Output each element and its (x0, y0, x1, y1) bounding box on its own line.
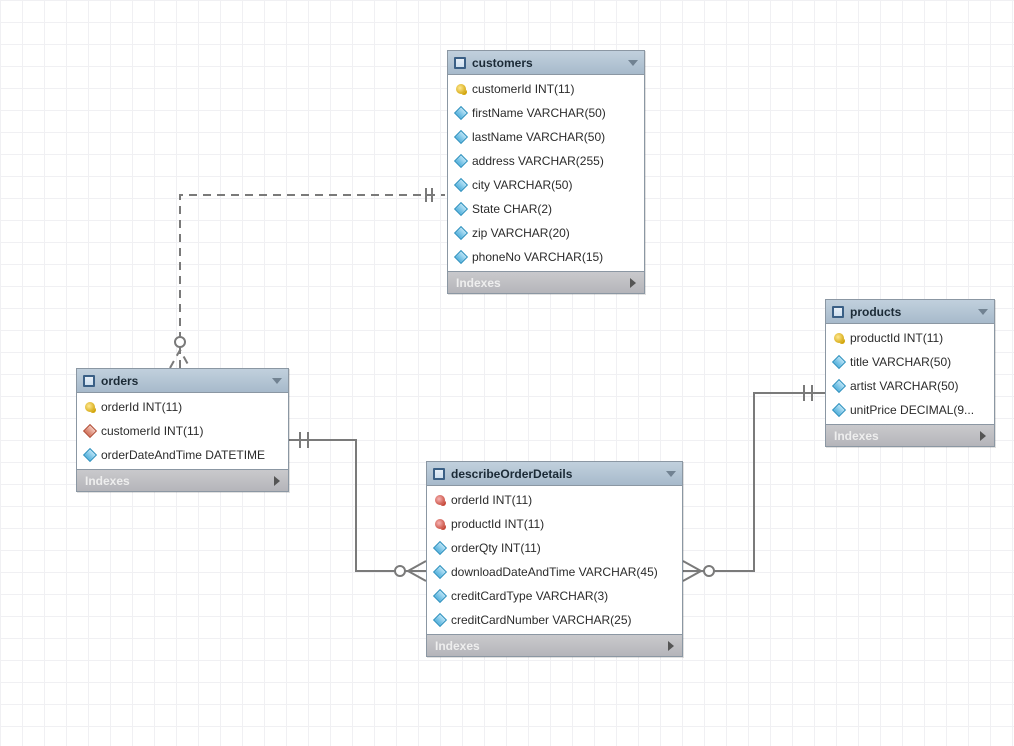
chevron-down-icon (666, 471, 676, 477)
table-header[interactable]: describeOrderDetails (427, 462, 682, 486)
indexes-toggle[interactable]: Indexes (826, 424, 994, 446)
table-customers[interactable]: customers customerId INT(11) firstName V… (447, 50, 645, 294)
table-describe-order-details[interactable]: describeOrderDetails orderId INT(11) pro… (426, 461, 683, 657)
column-def: orderId INT(11) (101, 400, 182, 414)
column-def: orderId INT(11) (451, 493, 532, 507)
column-def: phoneNo VARCHAR(15) (472, 250, 603, 264)
table-title: describeOrderDetails (451, 467, 572, 481)
column-row[interactable]: orderDateAndTime DATETIME (77, 443, 288, 467)
table-title: products (850, 305, 901, 319)
table-header[interactable]: orders (77, 369, 288, 393)
column-icon (433, 541, 447, 555)
indexes-toggle[interactable]: Indexes (448, 271, 644, 293)
column-row[interactable]: artist VARCHAR(50) (826, 374, 994, 398)
column-icon (454, 178, 468, 192)
column-row[interactable]: lastName VARCHAR(50) (448, 125, 644, 149)
column-def: productId INT(11) (850, 331, 943, 345)
table-orders[interactable]: orders orderId INT(11) customerId INT(11… (76, 368, 289, 492)
foreign-key-icon (83, 424, 97, 438)
column-row[interactable]: productId INT(11) (427, 512, 682, 536)
column-def: city VARCHAR(50) (472, 178, 572, 192)
table-icon (433, 468, 445, 480)
column-icon (433, 589, 447, 603)
column-def: lastName VARCHAR(50) (472, 130, 605, 144)
column-row[interactable]: customerId INT(11) (77, 419, 288, 443)
column-icon (454, 154, 468, 168)
column-def: productId INT(11) (451, 517, 544, 531)
column-list: orderId INT(11) customerId INT(11) order… (77, 393, 288, 469)
indexes-label: Indexes (435, 639, 480, 653)
column-def: title VARCHAR(50) (850, 355, 951, 369)
column-icon (832, 403, 846, 417)
column-def: downloadDateAndTime VARCHAR(45) (451, 565, 658, 579)
column-row[interactable]: zip VARCHAR(20) (448, 221, 644, 245)
column-icon (454, 250, 468, 264)
column-def: zip VARCHAR(20) (472, 226, 570, 240)
table-title: customers (472, 56, 533, 70)
column-def: State CHAR(2) (472, 202, 552, 216)
column-list: customerId INT(11) firstName VARCHAR(50)… (448, 75, 644, 271)
column-row[interactable]: productId INT(11) (826, 326, 994, 350)
column-list: orderId INT(11) productId INT(11) orderQ… (427, 486, 682, 634)
column-def: creditCardNumber VARCHAR(25) (451, 613, 632, 627)
indexes-label: Indexes (834, 429, 879, 443)
chevron-right-icon (274, 476, 280, 486)
table-header[interactable]: customers (448, 51, 644, 75)
primary-key-icon (456, 84, 466, 94)
primary-key-icon (435, 495, 445, 505)
column-row[interactable]: orderId INT(11) (77, 395, 288, 419)
column-icon (832, 379, 846, 393)
column-row[interactable]: address VARCHAR(255) (448, 149, 644, 173)
chevron-right-icon (630, 278, 636, 288)
chevron-right-icon (668, 641, 674, 651)
column-icon (83, 448, 97, 462)
column-def: creditCardType VARCHAR(3) (451, 589, 608, 603)
column-def: artist VARCHAR(50) (850, 379, 958, 393)
column-row[interactable]: firstName VARCHAR(50) (448, 101, 644, 125)
column-icon (433, 565, 447, 579)
table-icon (454, 57, 466, 69)
column-row[interactable]: orderId INT(11) (427, 488, 682, 512)
column-row[interactable]: State CHAR(2) (448, 197, 644, 221)
column-row[interactable]: city VARCHAR(50) (448, 173, 644, 197)
column-row[interactable]: unitPrice DECIMAL(9... (826, 398, 994, 422)
table-title: orders (101, 374, 138, 388)
column-row[interactable]: customerId INT(11) (448, 77, 644, 101)
primary-key-icon (435, 519, 445, 529)
indexes-label: Indexes (85, 474, 130, 488)
column-icon (832, 355, 846, 369)
table-header[interactable]: products (826, 300, 994, 324)
column-row[interactable]: creditCardType VARCHAR(3) (427, 584, 682, 608)
table-icon (832, 306, 844, 318)
column-def: unitPrice DECIMAL(9... (850, 403, 974, 417)
column-row[interactable]: phoneNo VARCHAR(15) (448, 245, 644, 269)
chevron-right-icon (980, 431, 986, 441)
primary-key-icon (834, 333, 844, 343)
column-row[interactable]: title VARCHAR(50) (826, 350, 994, 374)
column-row[interactable]: creditCardNumber VARCHAR(25) (427, 608, 682, 632)
column-def: customerId INT(11) (101, 424, 203, 438)
column-icon (433, 613, 447, 627)
column-def: customerId INT(11) (472, 82, 574, 96)
column-row[interactable]: orderQty INT(11) (427, 536, 682, 560)
indexes-toggle[interactable]: Indexes (77, 469, 288, 491)
primary-key-icon (85, 402, 95, 412)
indexes-toggle[interactable]: Indexes (427, 634, 682, 656)
chevron-down-icon (628, 60, 638, 66)
chevron-down-icon (978, 309, 988, 315)
table-products[interactable]: products productId INT(11) title VARCHAR… (825, 299, 995, 447)
chevron-down-icon (272, 378, 282, 384)
column-def: orderQty INT(11) (451, 541, 541, 555)
column-icon (454, 202, 468, 216)
indexes-label: Indexes (456, 276, 501, 290)
column-def: orderDateAndTime DATETIME (101, 448, 265, 462)
column-icon (454, 106, 468, 120)
column-def: address VARCHAR(255) (472, 154, 604, 168)
column-icon (454, 226, 468, 240)
table-icon (83, 375, 95, 387)
column-def: firstName VARCHAR(50) (472, 106, 606, 120)
column-list: productId INT(11) title VARCHAR(50) arti… (826, 324, 994, 424)
column-icon (454, 130, 468, 144)
column-row[interactable]: downloadDateAndTime VARCHAR(45) (427, 560, 682, 584)
